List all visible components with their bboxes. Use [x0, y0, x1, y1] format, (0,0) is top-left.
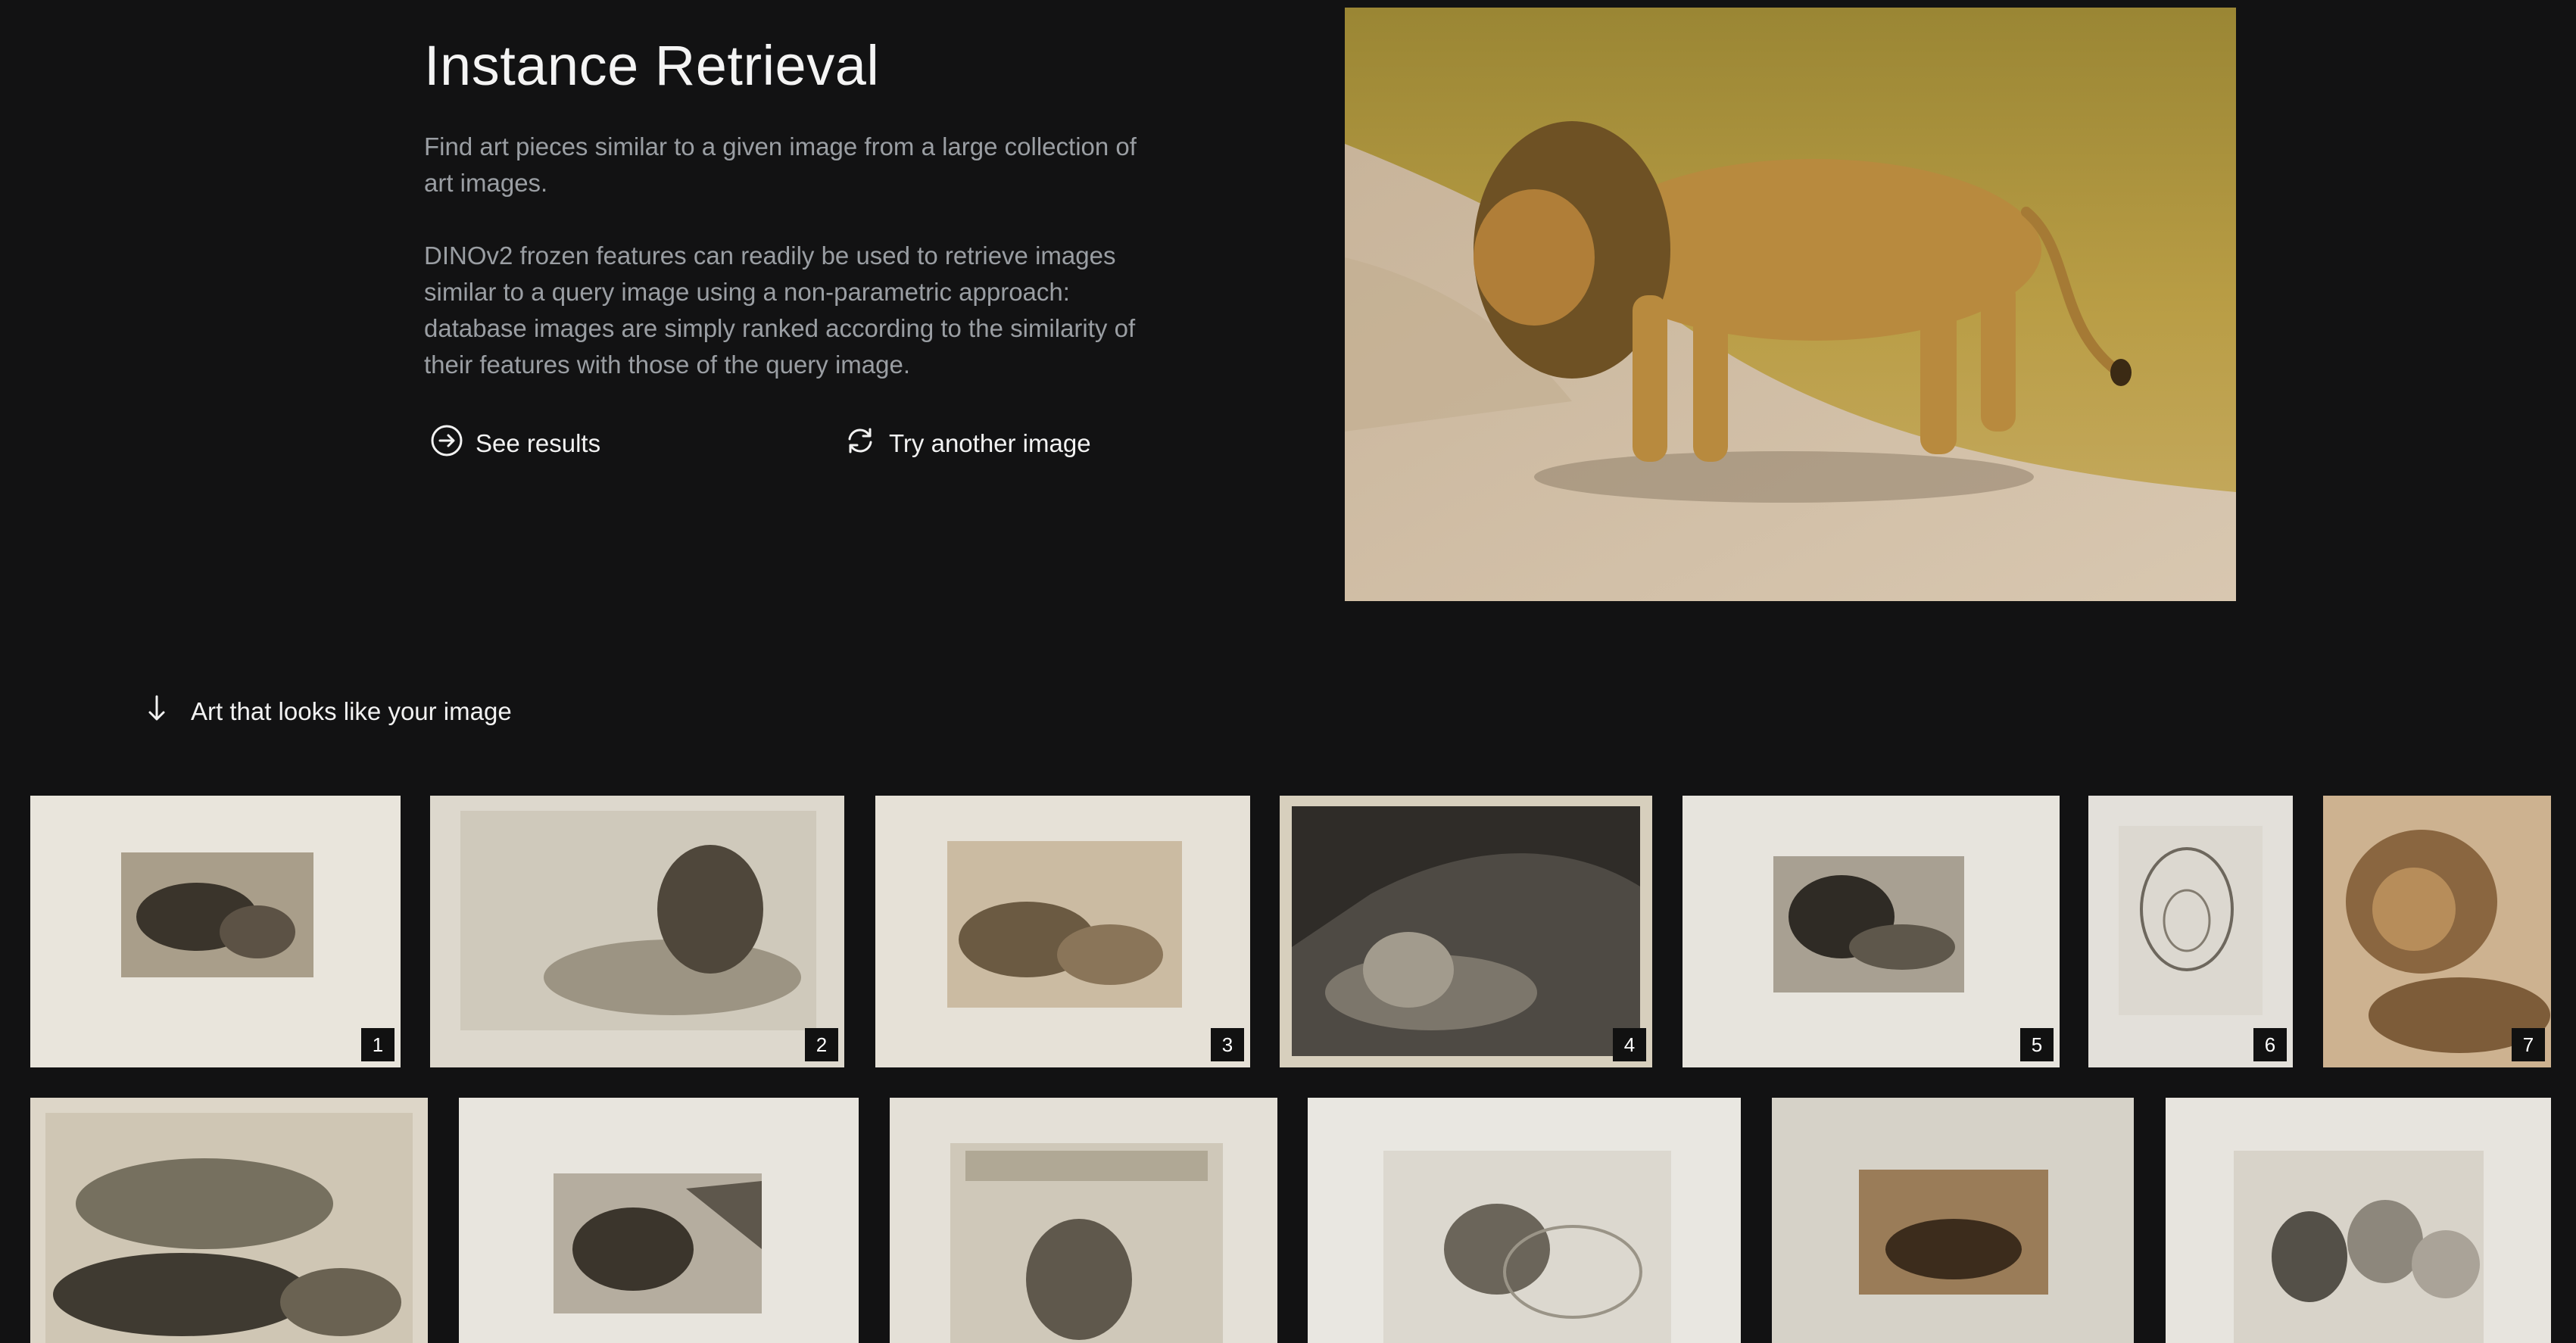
- result-item-3[interactable]: 3: [875, 796, 1250, 1067]
- artwork-thumbnail: [430, 796, 844, 1067]
- section-heading: Art that looks like your image: [145, 693, 512, 730]
- arrow-right-circle-icon: [430, 424, 476, 463]
- result-item-13[interactable]: [2166, 1098, 2551, 1343]
- rank-badge: 2: [805, 1028, 838, 1061]
- result-item-6[interactable]: 6: [2088, 796, 2293, 1067]
- page-title: Instance Retrieval: [424, 34, 880, 97]
- artwork-thumbnail: [30, 1098, 428, 1343]
- artwork-thumbnail: [1308, 1098, 1741, 1343]
- refresh-icon: [844, 424, 889, 463]
- rank-badge: 1: [361, 1028, 395, 1061]
- result-item-12[interactable]: [1772, 1098, 2134, 1343]
- artwork-thumbnail: [459, 1098, 859, 1343]
- artwork-thumbnail: [30, 796, 401, 1067]
- result-item-8[interactable]: [30, 1098, 428, 1343]
- result-item-10[interactable]: [890, 1098, 1277, 1343]
- rank-badge: 5: [2020, 1028, 2054, 1061]
- artwork-thumbnail: [890, 1098, 1277, 1343]
- description-method: DINOv2 frozen features can readily be us…: [424, 241, 1136, 379]
- rank-badge: 4: [1613, 1028, 1646, 1061]
- result-item-11[interactable]: [1308, 1098, 1741, 1343]
- rank-badge: 3: [1211, 1028, 1244, 1061]
- result-item-2[interactable]: 2: [430, 796, 844, 1067]
- arrow-down-icon: [145, 693, 191, 730]
- artwork-thumbnail: [2166, 1098, 2551, 1343]
- artwork-thumbnail: [1683, 796, 2060, 1067]
- result-item-5[interactable]: 5: [1683, 796, 2060, 1067]
- description-intro: Find art pieces similar to a given image…: [424, 132, 1137, 197]
- rank-badge: 6: [2253, 1028, 2287, 1061]
- artwork-thumbnail: [875, 796, 1250, 1067]
- artwork-thumbnail: [1280, 796, 1652, 1067]
- try-another-image-button[interactable]: Try another image: [844, 424, 1091, 463]
- result-item-1[interactable]: 1: [30, 796, 401, 1067]
- query-image: [1345, 8, 2236, 601]
- see-results-button[interactable]: See results: [430, 424, 600, 463]
- result-item-4[interactable]: 4: [1280, 796, 1652, 1067]
- artwork-thumbnail: [2088, 796, 2293, 1067]
- see-results-label: See results: [476, 429, 601, 457]
- result-item-7[interactable]: 7: [2323, 796, 2551, 1067]
- artwork-thumbnail: [1772, 1098, 2134, 1343]
- try-another-image-label: Try another image: [889, 429, 1091, 457]
- artwork-thumbnail: [2323, 796, 2551, 1067]
- rank-badge: 7: [2512, 1028, 2545, 1061]
- result-item-9[interactable]: [459, 1098, 859, 1343]
- section-heading-label: Art that looks like your image: [191, 697, 512, 725]
